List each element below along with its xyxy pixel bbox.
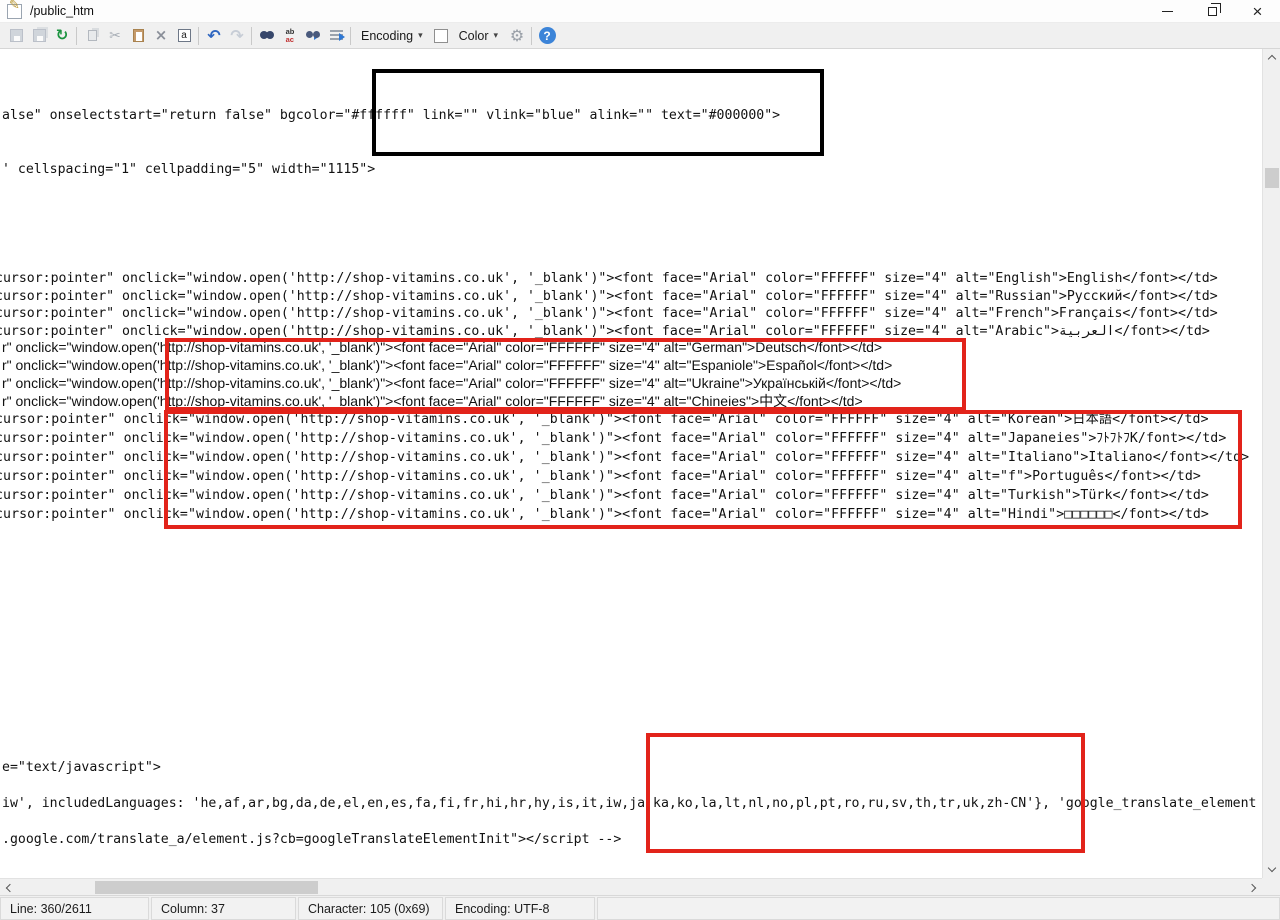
status-character-indicator: Character: 105 (0x69) [298,897,443,920]
title-bar: ✎ /public_htm × [0,0,1280,23]
encoding-label: Encoding [361,29,413,43]
save-all-button[interactable] [28,26,50,46]
code-line: r" onclick="window.open('http://shop-vit… [2,338,882,356]
gear-icon: ⚙ [510,28,524,44]
scroll-left-button[interactable] [0,879,17,896]
help-button[interactable]: ? [536,26,558,46]
status-bar: Line: 360/2611 Column: 37 Character: 105… [0,895,1280,920]
toolbar-separator [198,27,199,45]
find-button[interactable] [256,26,278,46]
window-title: /public_htm [30,4,94,18]
cut-icon: ✂ [109,29,121,43]
toolbar-separator [251,27,252,45]
chevron-down-icon [1267,864,1275,872]
chevron-down-icon: ▾ [418,30,423,41]
paste-button[interactable] [127,26,149,46]
save-all-icon [33,29,46,42]
code-line: .google.com/translate_a/element.js?cb=go… [2,831,621,848]
paste-icon [133,29,144,42]
code-line: cursor:pointer" onclick="window.open('ht… [0,270,1218,287]
scroll-down-button[interactable] [1263,861,1280,878]
code-line: cursor:pointer" onclick="window.open('ht… [0,448,1249,467]
find-next-button[interactable] [302,26,324,46]
code-line: r" onclick="window.open('http://shop-vit… [2,374,901,392]
encoding-dropdown[interactable]: Encoding ▾ [358,25,426,47]
vertical-scrollbar[interactable] [1262,49,1280,878]
color-checkbox[interactable] [434,29,448,43]
scrollbar-corner [1262,878,1280,895]
save-button[interactable] [5,26,27,46]
code-line: ' cellspacing="1" cellpadding="5" width=… [2,161,375,178]
code-line: cursor:pointer" onclick="window.open('ht… [0,429,1226,448]
replace-button[interactable]: abac [279,26,301,46]
settings-button[interactable]: ⚙ [506,26,528,46]
find-binoculars-icon [260,31,274,40]
restore-icon [1208,7,1217,16]
vertical-scrollbar-thumb[interactable] [1265,168,1279,188]
code-line: cursor:pointer" onclick="window.open('ht… [0,467,1201,486]
app-edit-icon: ✎ [7,4,22,19]
status-encoding-indicator: Encoding: UTF-8 [445,897,595,920]
find-next-icon [306,31,320,40]
close-icon: × [1253,2,1263,22]
delete-button[interactable]: × [150,26,172,46]
horizontal-scrollbar[interactable] [0,878,1262,895]
code-line: cursor:pointer" onclick="window.open('ht… [0,305,1218,322]
redo-button[interactable]: ↷ [226,26,248,46]
code-line: r" onclick="window.open('http://shop-vit… [2,392,863,410]
status-line-indicator: Line: 360/2611 [0,897,149,920]
select-all-button[interactable]: a [173,26,195,46]
toolbar: ↻ ✂ × a ↶ ↷ abac Encoding ▾ Color ▾ ⚙ ? [0,23,1280,49]
code-line: iw', includedLanguages: 'he,af,ar,bg,da,… [2,795,1256,812]
undo-button[interactable]: ↶ [203,26,225,46]
close-button[interactable]: × [1235,0,1280,23]
copy-button[interactable] [81,26,103,46]
status-empty-segment [597,897,1280,920]
undo-icon: ↶ [207,28,220,44]
code-line: cursor:pointer" onclick="window.open('ht… [0,486,1209,505]
minimize-icon [1162,11,1173,12]
code-line: cursor:pointer" onclick="window.open('ht… [0,410,1209,429]
goto-line-button[interactable] [325,26,347,46]
cut-button[interactable]: ✂ [104,26,126,46]
replace-icon: abac [286,28,295,44]
color-label: Color [459,29,489,43]
redo-icon: ↷ [230,28,243,44]
chevron-right-icon [1248,883,1256,891]
goto-line-icon [330,30,343,41]
code-line: alse" onselectstart="return false" bgcol… [2,107,780,124]
toolbar-separator [350,27,351,45]
chevron-down-icon: ▾ [494,30,499,41]
code-line: cursor:pointer" onclick="window.open('ht… [0,505,1209,524]
delete-icon: × [155,28,168,43]
horizontal-scrollbar-thumb[interactable] [95,881,318,894]
code-line: e="text/javascript"> [2,759,161,776]
copy-icon [88,30,97,41]
select-all-icon: a [178,29,191,42]
reload-button[interactable]: ↻ [51,26,73,46]
minimize-button[interactable] [1145,0,1190,23]
scroll-right-button[interactable] [1245,879,1262,896]
code-line: r" onclick="window.open('http://shop-vit… [2,356,892,374]
scroll-up-button[interactable] [1263,49,1280,66]
chevron-up-icon [1267,55,1275,63]
save-icon [10,29,23,42]
restore-button[interactable] [1190,0,1235,23]
help-icon: ? [539,27,556,44]
code-line: cursor:pointer" onclick="window.open('ht… [0,288,1218,305]
status-column-indicator: Column: 37 [151,897,296,920]
reload-icon: ↻ [56,28,69,43]
color-dropdown[interactable]: Color ▾ [456,25,501,47]
code-editor-area[interactable]: alse" onselectstart="return false" bgcol… [0,49,1262,878]
toolbar-separator [76,27,77,45]
toolbar-separator [531,27,532,45]
chevron-left-icon [6,883,14,891]
